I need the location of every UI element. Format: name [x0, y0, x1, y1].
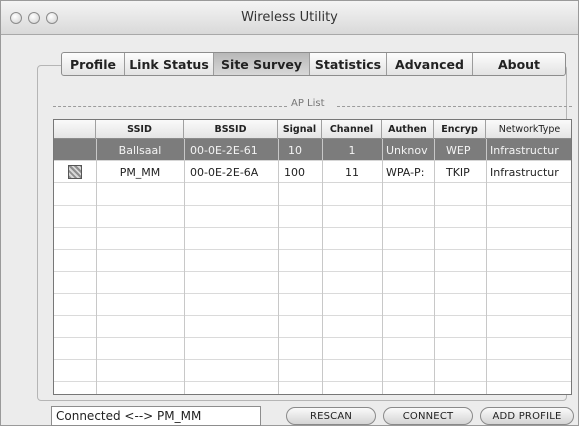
tab-advanced[interactable]: Advanced — [387, 53, 473, 75]
tab-about[interactable]: About — [473, 53, 565, 75]
signal-icon — [68, 165, 82, 179]
title-bar: Wireless Utility — [1, 1, 578, 35]
ap-list-group-label: AP List — [291, 98, 325, 109]
empty-row-line — [54, 381, 571, 382]
column-divider — [278, 139, 279, 394]
signal-icon-cell — [54, 161, 96, 183]
ssid-cell: Ballsaal — [118, 143, 162, 157]
channel-cell: 1 — [348, 143, 356, 157]
empty-row-line — [54, 249, 571, 250]
ssid-cell: PM_MM — [119, 165, 161, 179]
add-profile-button[interactable]: ADD PROFILE — [480, 407, 574, 425]
authen-cell: Unknov — [386, 143, 428, 157]
window-title: Wireless Utility — [241, 10, 338, 25]
ap-list-header: SSID BSSID Signal Channel Authen Encryp … — [54, 120, 571, 139]
bssid-cell: 00-0E-2E-61 — [190, 143, 258, 157]
empty-row-line — [54, 205, 571, 206]
column-header-encryp[interactable]: Encryp — [434, 120, 486, 139]
encryp-cell: WEP — [446, 143, 471, 157]
encryp-cell: TKIP — [446, 165, 470, 179]
channel-cell: 11 — [345, 165, 359, 179]
table-row[interactable]: Ballsaal 00-0E-2E-61 10 1 Unknov WEP Inf… — [54, 139, 571, 161]
empty-row-line — [54, 337, 571, 338]
signal-cell: 10 — [288, 143, 302, 157]
column-header-ssid[interactable]: SSID — [96, 120, 184, 139]
column-divider — [96, 139, 97, 394]
tab-statistics[interactable]: Statistics — [310, 53, 387, 75]
column-divider — [486, 139, 487, 394]
connection-status: Connected <--> PM_MM — [51, 406, 261, 426]
authen-cell: WPA-P: — [386, 165, 425, 179]
table-row[interactable]: PM_MM 00-0E-2E-6A 100 11 WPA-P: TKIP Inf… — [54, 161, 571, 183]
tab-link-status[interactable]: Link Status — [125, 53, 214, 75]
signal-cell: 100 — [284, 165, 305, 179]
bssid-cell: 00-0E-2E-6A — [190, 165, 259, 179]
column-header-channel[interactable]: Channel — [322, 120, 382, 139]
empty-row-line — [54, 315, 571, 316]
tab-bar: Profile Link Status Site Survey Statisti… — [61, 52, 566, 76]
ap-list-divider-left — [53, 106, 287, 107]
empty-row-line — [54, 227, 571, 228]
rescan-button[interactable]: RESCAN — [286, 407, 376, 425]
network-type-cell: Infrastructur — [490, 165, 559, 179]
column-divider — [322, 139, 323, 394]
empty-row-line — [54, 271, 571, 272]
column-header-authen[interactable]: Authen — [382, 120, 434, 139]
column-header-network-type[interactable]: NetworkType — [486, 120, 571, 139]
tab-profile[interactable]: Profile — [62, 53, 125, 75]
ap-list-table: SSID BSSID Signal Channel Authen Encryp … — [53, 119, 572, 395]
column-header-icon[interactable] — [54, 120, 96, 139]
network-type-cell: Infrastructur — [490, 143, 559, 157]
empty-row-line — [54, 359, 571, 360]
column-divider — [184, 139, 185, 394]
empty-row-line — [54, 293, 571, 294]
column-header-bssid[interactable]: BSSID — [184, 120, 278, 139]
column-header-signal[interactable]: Signal — [278, 120, 322, 139]
column-divider — [382, 139, 383, 394]
tab-site-survey[interactable]: Site Survey — [214, 53, 310, 75]
wireless-utility-window: Wireless Utility Profile Link Status Sit… — [0, 0, 579, 426]
connect-button[interactable]: CONNECT — [383, 407, 473, 425]
column-divider — [434, 139, 435, 394]
ap-list-divider-right — [337, 106, 572, 107]
